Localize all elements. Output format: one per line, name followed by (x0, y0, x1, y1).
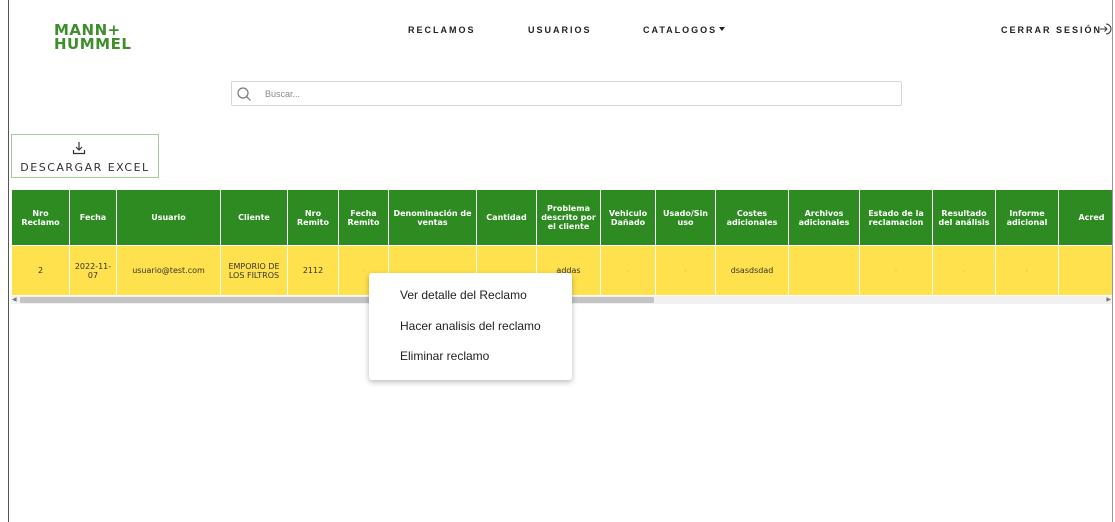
menu-item-hacer-analisis[interactable]: Hacer analisis del reclamo (400, 319, 541, 333)
logout-link[interactable]: CERRAR SESIÓN (1001, 25, 1102, 35)
brand-logo-line2: HUMMEL (54, 35, 132, 53)
column-header[interactable]: Fecha (69, 189, 117, 246)
brand-logo[interactable]: MANN+ HUMMEL (54, 23, 132, 53)
table-cell: - (600, 245, 656, 296)
table-cell: - (995, 245, 1059, 296)
search-icon (237, 87, 251, 101)
scroll-left-arrow-icon[interactable]: ◀ (12, 296, 17, 303)
column-header[interactable]: Problema descrito por el cliente (536, 189, 601, 246)
table-header-row: Nro Reclamo Fecha Usuario Cliente Nro Re… (11, 189, 1112, 246)
menu-item-ver-detalle[interactable]: Ver detalle del Reclamo (400, 288, 527, 302)
column-header[interactable]: Usado/Sin uso (655, 189, 716, 246)
column-header[interactable]: Costes adicionales (715, 189, 789, 246)
column-header[interactable]: Nro Remito (287, 189, 339, 246)
table-cell: usuario@test.com (116, 245, 221, 296)
column-header[interactable]: Cliente (220, 189, 288, 246)
caret-down-icon (719, 27, 726, 31)
download-icon (72, 142, 86, 155)
column-header[interactable]: Nro Reclamo (11, 189, 70, 246)
table-cell: dsasdsdad (715, 245, 789, 296)
menu-item-eliminar[interactable]: Eliminar reclamo (400, 349, 489, 363)
window-left-edge (8, 0, 9, 522)
row-context-menu: Ver detalle del Reclamo Hacer analisis d… (369, 273, 572, 380)
column-header[interactable]: Informe adicional (995, 189, 1059, 246)
nav-reclamos[interactable]: RECLAMOS (408, 25, 476, 35)
column-header[interactable]: Denominación de ventas (388, 189, 477, 246)
table-cell: 2112 (287, 245, 339, 296)
scroll-right-arrow-icon[interactable]: ▶ (1106, 296, 1111, 303)
table-cell (788, 245, 860, 296)
column-header[interactable]: Acred (1058, 189, 1112, 246)
table-cell: - (932, 245, 996, 296)
table-cell: - (655, 245, 716, 296)
column-header[interactable]: Fecha Remito (338, 189, 389, 246)
column-header[interactable]: Resultado del análisis (932, 189, 996, 246)
column-header[interactable]: Cantidad (476, 189, 537, 246)
nav-catalogos-label: CATALOGOS (643, 25, 718, 35)
nav-catalogos-dropdown[interactable]: CATALOGOS (643, 25, 726, 35)
table-cell: - (859, 245, 933, 296)
table-cell (1058, 245, 1112, 296)
table-cell: 2022-11-07 (69, 245, 117, 296)
column-header[interactable]: Usuario (116, 189, 221, 246)
logout-icon[interactable] (1098, 22, 1112, 36)
download-excel-button[interactable]: DESCARGAR EXCEL (11, 134, 159, 178)
window-right-edge (1112, 0, 1113, 522)
table-cell: EMPORIO DE LOS FILTROS (220, 245, 288, 296)
search-box (231, 81, 902, 106)
nav-usuarios[interactable]: USUARIOS (528, 25, 592, 35)
search-input[interactable] (265, 85, 885, 102)
column-header[interactable]: Estado de la reclamacion (859, 189, 933, 246)
column-header[interactable]: Archivos adicionales (788, 189, 860, 246)
column-header[interactable]: Vehiculo Dañado (600, 189, 656, 246)
table-cell: 2 (11, 245, 70, 296)
download-excel-label: DESCARGAR EXCEL (20, 161, 150, 174)
